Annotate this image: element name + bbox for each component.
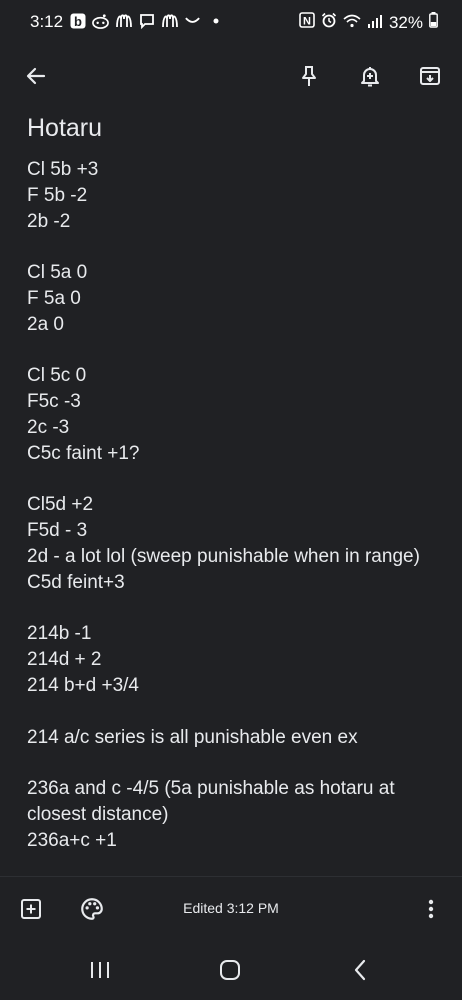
back-button[interactable] bbox=[14, 54, 58, 98]
note-line[interactable]: 2b -2 bbox=[27, 209, 437, 235]
nav-back-button[interactable] bbox=[340, 952, 380, 988]
note-line[interactable]: 2c -3 bbox=[27, 415, 437, 441]
note-line[interactable]: C5c faint +1? bbox=[27, 441, 437, 467]
note-line[interactable] bbox=[27, 699, 437, 725]
recents-icon bbox=[91, 962, 109, 978]
battery-icon bbox=[429, 12, 438, 33]
note-line[interactable] bbox=[27, 234, 437, 260]
note-line[interactable]: F5d - 3 bbox=[27, 518, 437, 544]
note-body[interactable]: Cl 5b +3 F 5b -2 2b -2 Cl 5a 0F 5a 0 2a 0 Cl … bbox=[27, 157, 437, 854]
pin-icon bbox=[302, 66, 316, 86]
arrow-back-icon bbox=[26, 67, 46, 85]
note-line[interactable]: F 5a 0 bbox=[27, 286, 437, 312]
archive-icon bbox=[420, 67, 440, 85]
note-line[interactable]: 214 a/c series is all punishable even ex bbox=[27, 725, 437, 751]
note-line[interactable]: C5d feint+3 bbox=[27, 570, 437, 596]
note-title[interactable]: Hotaru bbox=[27, 113, 437, 143]
recents-button[interactable] bbox=[80, 952, 120, 988]
alarm-icon bbox=[321, 12, 337, 33]
app-bar bbox=[0, 46, 462, 116]
b-app-icon: b bbox=[69, 12, 86, 29]
note-line[interactable]: 236a+c +1 bbox=[27, 828, 437, 854]
note-line[interactable]: 2d - a lot lol (sweep punishable when in… bbox=[27, 544, 437, 570]
note-line[interactable]: Cl 5b +3 bbox=[27, 157, 437, 183]
note-line[interactable] bbox=[27, 338, 437, 364]
pin-button[interactable] bbox=[287, 54, 331, 98]
note-line[interactable]: F 5b -2 bbox=[27, 183, 437, 209]
note-line[interactable] bbox=[27, 467, 437, 493]
note-line[interactable]: 214d + 2 bbox=[27, 647, 437, 673]
reminder-icon bbox=[361, 67, 379, 87]
dot-icon bbox=[207, 12, 224, 29]
notification-icons: b bbox=[69, 12, 224, 29]
wifi-icon bbox=[343, 13, 361, 33]
home-button[interactable] bbox=[210, 952, 250, 988]
note-line[interactable]: 214 b+d +3/4 bbox=[27, 673, 437, 699]
edited-timestamp: Edited 3:12 PM bbox=[183, 900, 279, 916]
mcdonalds-icon bbox=[161, 12, 178, 29]
svg-text:b: b bbox=[74, 14, 82, 29]
note-line[interactable]: Cl5d +2 bbox=[27, 492, 437, 518]
system-nav-bar bbox=[0, 940, 462, 1000]
mcdonalds-icon bbox=[115, 12, 132, 29]
status-bar: 3:12 b N 32% bbox=[0, 0, 462, 46]
reminder-button[interactable] bbox=[348, 54, 392, 98]
battery-percent: 32% bbox=[388, 12, 423, 32]
message-icon bbox=[138, 12, 155, 29]
back-icon bbox=[354, 959, 366, 981]
status-time: 3:12 bbox=[30, 12, 64, 31]
note-content[interactable]: Hotaru Cl 5b +3 F 5b -2 2b -2 Cl 5a 0F 5a 0… bbox=[27, 113, 437, 875]
home-icon bbox=[220, 960, 240, 980]
note-line[interactable] bbox=[27, 750, 437, 776]
system-status: N 32% bbox=[299, 12, 438, 33]
note-line[interactable]: Cl 5a 0 bbox=[27, 260, 437, 286]
note-line[interactable]: 2a 0 bbox=[27, 312, 437, 338]
more-vert-icon bbox=[428, 899, 434, 919]
smile-icon bbox=[184, 12, 201, 29]
editor-bottom-bar: Edited 3:12 PM bbox=[0, 876, 462, 941]
svg-text:N: N bbox=[303, 16, 311, 28]
nfc-icon: N bbox=[299, 12, 315, 33]
reddit-icon bbox=[92, 12, 109, 29]
signal-icon bbox=[367, 13, 383, 33]
note-line[interactable] bbox=[27, 596, 437, 622]
note-line[interactable]: 214b -1 bbox=[27, 621, 437, 647]
archive-button[interactable] bbox=[408, 54, 452, 98]
note-line[interactable]: F5c -3 bbox=[27, 389, 437, 415]
note-line[interactable]: 236a and c -4/5 (5a punishable as hotaru… bbox=[27, 776, 437, 828]
more-options-button[interactable] bbox=[409, 887, 453, 931]
note-line[interactable]: Cl 5c 0 bbox=[27, 363, 437, 389]
